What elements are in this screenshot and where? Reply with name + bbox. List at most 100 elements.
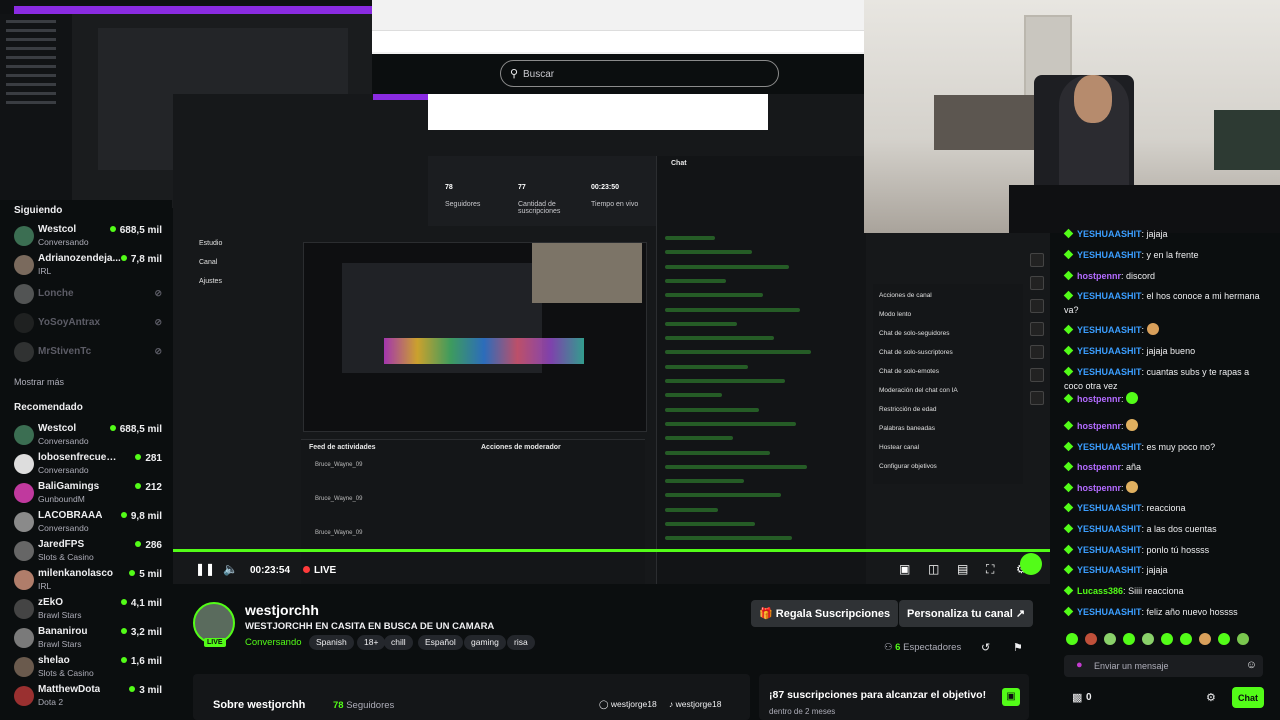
followers-label: Seguidores	[346, 700, 395, 711]
microphone-icon[interactable]: ●	[1076, 659, 1083, 671]
emote-icon[interactable]	[1085, 633, 1097, 645]
search-input[interactable]	[523, 65, 763, 83]
emote-icon	[1126, 481, 1139, 493]
chat-username[interactable]: hostpennr	[1077, 394, 1121, 404]
gift-subs-button[interactable]: 🎁 Regala Suscripciones	[751, 600, 899, 627]
progress-bar[interactable]	[173, 549, 1050, 552]
chat-username[interactable]: YESHUAASHIT	[1077, 524, 1142, 534]
emote-icon[interactable]	[1123, 633, 1135, 645]
chat-username[interactable]: YESHUAASHIT	[1077, 346, 1142, 356]
channel-item[interactable]: Adrianozendeja... IRL 7,8 mil	[0, 253, 172, 281]
live-indicator[interactable]: LIVE	[303, 565, 336, 576]
pause-icon[interactable]: ❚❚	[195, 562, 215, 576]
emote-icon[interactable]	[1142, 633, 1154, 645]
channel-item[interactable]: Bananirou Brawl Stars 3,2 mil	[0, 626, 172, 654]
tiktok-link[interactable]: ♪ westjorge18	[669, 699, 721, 709]
chat-message: hostpennr: aña	[1063, 460, 1270, 474]
chat-input-box[interactable]: ● ☺	[1064, 655, 1263, 677]
channel-item[interactable]: shelao Slots & Casino 1,6 mil	[0, 655, 172, 683]
emote-icon[interactable]	[1199, 633, 1211, 645]
share-icon[interactable]: ↺	[981, 641, 990, 654]
streamer-name[interactable]: westjorchh	[245, 602, 319, 618]
chat-username[interactable]: YESHUAASHIT	[1077, 503, 1142, 513]
channel-item[interactable]: Lonche ⊘	[0, 282, 172, 310]
customize-channel-button[interactable]: Personaliza tu canal ↗	[899, 600, 1034, 627]
stream-content	[665, 364, 748, 369]
gift-goal-icon[interactable]: ▣	[1002, 688, 1020, 706]
wallet-icon[interactable]: ▩	[1072, 691, 1082, 704]
report-icon[interactable]: ⚑	[1013, 641, 1023, 654]
tag-chip[interactable]: Español	[418, 635, 463, 650]
tag-chip[interactable]: chill	[384, 635, 413, 650]
inner-feed-item: Bruce_Wayne_09	[315, 462, 363, 468]
clip-icon[interactable]: ◫	[928, 562, 939, 576]
chat-message: YESHUAASHIT: jajaja	[1063, 227, 1270, 241]
chat-username[interactable]: YESHUAASHIT	[1077, 291, 1142, 301]
channel-item[interactable]: MrStivenTc ⊘	[0, 340, 172, 368]
chat-input[interactable]	[1094, 658, 1234, 674]
instagram-handle: westjorge18	[610, 699, 657, 709]
stream-content	[665, 307, 800, 312]
channel-item[interactable]: LACOBRAAA Conversando 9,8 mil	[0, 510, 172, 538]
channel-avatar	[14, 599, 34, 619]
inner-stat-label: Cantidad de suscripciones	[518, 201, 561, 215]
theater-mode-icon[interactable]: ▤	[957, 562, 968, 576]
fullscreen-icon[interactable]: ⛶	[986, 562, 994, 577]
chat-username[interactable]: YESHUAASHIT	[1077, 229, 1142, 239]
chat-username[interactable]: YESHUAASHIT	[1077, 325, 1142, 335]
chat-username[interactable]: hostpennr	[1077, 462, 1121, 472]
chat-username[interactable]: YESHUAASHIT	[1077, 545, 1142, 555]
chat-username[interactable]: Lucass386	[1077, 586, 1123, 596]
channel-item[interactable]: zEkO Brawl Stars 4,1 mil	[0, 597, 172, 625]
avatar[interactable]: LIVE	[193, 602, 235, 647]
tag-chip[interactable]: Spanish	[309, 635, 354, 650]
channel-item[interactable]: Westcol Conversando 688,5 mil	[0, 423, 172, 451]
channel-viewers: 1,6 mil	[121, 656, 162, 667]
badge-icon	[1063, 461, 1074, 472]
channel-item[interactable]: MatthewDota Dota 2 3 mil	[0, 684, 172, 712]
category-link[interactable]: Conversando	[245, 637, 302, 648]
channel-item[interactable]: Westcol Conversando 688,5 mil	[0, 224, 172, 252]
channel-item[interactable]: milenkanolasco IRL 5 mil	[0, 568, 172, 596]
stream-content	[665, 336, 774, 341]
tag-chip[interactable]: 18+	[357, 635, 386, 650]
stream-content	[665, 278, 726, 283]
followers: 78 Seguidores	[333, 700, 394, 711]
chat-username[interactable]: YESHUAASHIT	[1077, 565, 1142, 575]
emote-icon[interactable]	[1104, 633, 1116, 645]
chat-username[interactable]: hostpennr	[1077, 421, 1121, 431]
stream-content	[665, 507, 718, 512]
preview-sidebar	[0, 14, 72, 208]
emote-icon[interactable]	[1066, 633, 1078, 645]
channel-avatar	[14, 255, 34, 275]
chat-message: Lucass386: Siiii reacciona	[1063, 584, 1270, 598]
emoji-icon[interactable]: ☺	[1246, 659, 1257, 671]
chat-settings-icon[interactable]: ⚙	[1206, 691, 1216, 704]
emote-icon[interactable]	[1180, 633, 1192, 645]
chat-username[interactable]: YESHUAASHIT	[1077, 250, 1142, 260]
chat-username[interactable]: YESHUAASHIT	[1077, 442, 1142, 452]
channel-item[interactable]: YoSoyAntrax ⊘	[0, 311, 172, 339]
search-box[interactable]: ⚲	[500, 60, 779, 87]
instagram-link[interactable]: ◯ westjorge18	[599, 699, 657, 710]
channel-category: Conversando	[38, 465, 89, 475]
volume-icon[interactable]: 🔈	[223, 562, 238, 576]
emote-icon[interactable]	[1237, 633, 1249, 645]
channel-item[interactable]: JaredFPS Slots & Casino 286	[0, 539, 172, 567]
chat-username[interactable]: YESHUAASHIT	[1077, 607, 1142, 617]
tag-chip[interactable]: gaming	[464, 635, 506, 650]
channel-category: Slots & Casino	[38, 552, 94, 562]
chat-username[interactable]: hostpennr	[1077, 271, 1121, 281]
miniplayer-icon[interactable]: ▣	[899, 562, 910, 576]
channel-item[interactable]: lobosenfrecuencia Conversando 281	[0, 452, 172, 480]
chat-message: hostpennr:	[1063, 481, 1270, 495]
emote-icon[interactable]	[1161, 633, 1173, 645]
channel-item[interactable]: BaliGamings GunboundM 212	[0, 481, 172, 509]
chat-send-button[interactable]: Chat	[1232, 687, 1264, 708]
tag-chip[interactable]: risa	[507, 635, 535, 650]
emote-icon[interactable]	[1218, 633, 1230, 645]
chat-username[interactable]: YESHUAASHIT	[1077, 367, 1142, 377]
inner-mod-item: Chat de solo-emotes	[879, 368, 939, 375]
show-more-link[interactable]: Mostrar más	[14, 377, 64, 387]
chat-username[interactable]: hostpennr	[1077, 483, 1121, 493]
